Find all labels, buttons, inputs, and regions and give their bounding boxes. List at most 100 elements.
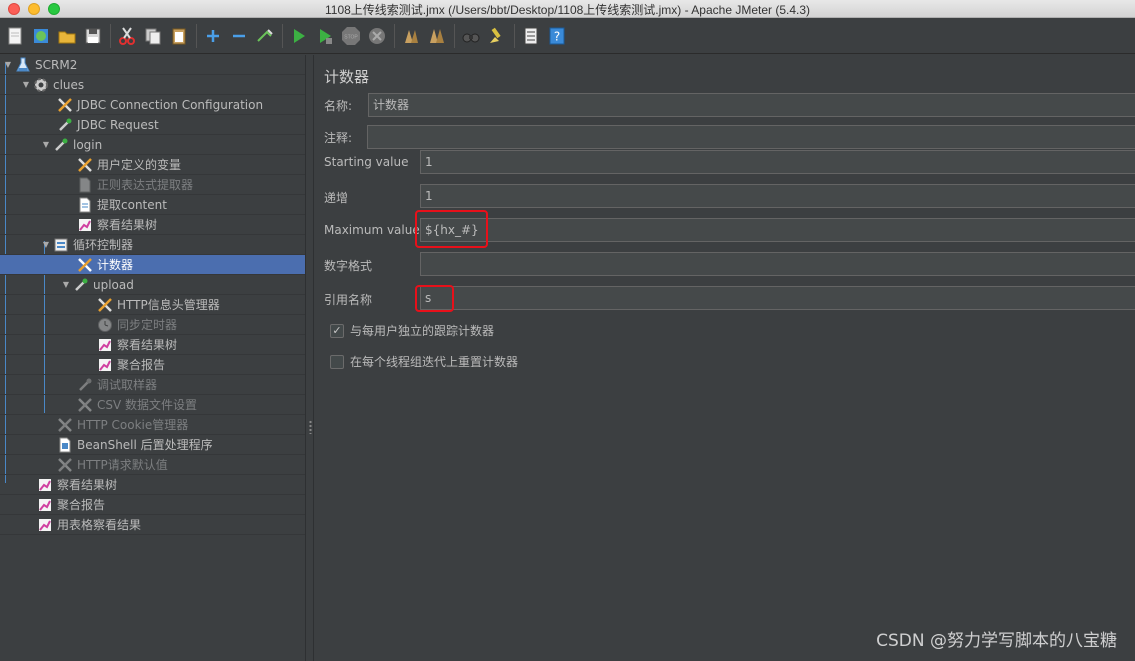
function-helper-icon[interactable]: [520, 24, 542, 48]
tree-item-sync-timer[interactable]: 同步定时器: [0, 315, 305, 335]
tree-item-clues[interactable]: ▼ clues: [0, 75, 305, 95]
tree-item-counter[interactable]: 计数器: [0, 255, 305, 275]
reference-name-field[interactable]: s: [420, 286, 1135, 310]
increment-label: 递增: [324, 191, 349, 205]
tree-item-scrm2[interactable]: ▼ SCRM2: [0, 55, 305, 75]
tree-item-view-results-tree-2[interactable]: 察看结果树: [0, 335, 305, 355]
starting-value-label: Starting value: [324, 155, 409, 169]
stop-icon[interactable]: STOP: [340, 24, 362, 48]
search-icon[interactable]: [460, 24, 482, 48]
controller-icon: [52, 236, 70, 254]
cut-icon[interactable]: [116, 24, 138, 48]
config-icon: [56, 96, 74, 114]
listener-icon: [96, 356, 114, 374]
tree-item-login[interactable]: ▼ login: [0, 135, 305, 155]
tree-item-http-cookie-manager[interactable]: HTTP Cookie管理器: [0, 415, 305, 435]
config-icon: [56, 416, 74, 434]
expand-arrow-icon[interactable]: ▼: [2, 60, 14, 69]
number-format-field[interactable]: [420, 252, 1135, 276]
expand-arrow-icon[interactable]: ▼: [60, 280, 72, 289]
toolbar-separator: [514, 23, 515, 48]
reset-on-iteration-checkbox[interactable]: 在每个线程组迭代上重置计数器: [330, 353, 518, 370]
config-icon: [76, 156, 94, 174]
svg-text:STOP: STOP: [344, 34, 358, 40]
copy-icon[interactable]: [142, 24, 164, 48]
tree-item-beanshell-postprocessor[interactable]: BeanShell 后置处理程序: [0, 435, 305, 455]
drag-grip-icon[interactable]: [309, 420, 312, 434]
tree-item-view-results-tree[interactable]: 察看结果树: [0, 215, 305, 235]
number-format-label: 数字格式: [324, 259, 373, 273]
expand-arrow-icon[interactable]: ▼: [40, 240, 52, 249]
expand-icon[interactable]: [202, 24, 224, 48]
svg-text:?: ?: [554, 29, 560, 43]
toolbar-separator: [454, 23, 455, 48]
tree-item-loop-controller[interactable]: ▼ 循环控制器: [0, 235, 305, 255]
tree-item-extract-content[interactable]: 提取content: [0, 195, 305, 215]
tree-item-regex-extractor[interactable]: 正则表达式提取器: [0, 175, 305, 195]
tree-item-debug-sampler[interactable]: 调试取样器: [0, 375, 305, 395]
toolbar-separator: [110, 23, 111, 48]
start-icon[interactable]: [288, 24, 310, 48]
config-icon: [76, 256, 94, 274]
new-icon[interactable]: [4, 24, 26, 48]
test-plan-tree: ▼ SCRM2 ▼ clues JDBC Connection Configur…: [0, 55, 305, 661]
clear-all-icon[interactable]: [426, 24, 448, 48]
timer-icon: [96, 316, 114, 334]
name-field[interactable]: 计数器: [368, 93, 1135, 117]
tree-item-aggregate-report-2[interactable]: 聚合报告: [0, 495, 305, 515]
listener-icon: [36, 496, 54, 514]
clear-icon[interactable]: [400, 24, 422, 48]
open-icon[interactable]: [56, 24, 78, 48]
extractor-icon: [76, 176, 94, 194]
reset-search-icon[interactable]: [486, 24, 508, 48]
maximum-value-label: Maximum value: [324, 223, 420, 237]
panel-title: 计数器: [324, 68, 370, 86]
start-no-pause-icon[interactable]: [314, 24, 336, 48]
extractor-icon: [76, 196, 94, 214]
tree-item-aggregate-report[interactable]: 聚合报告: [0, 355, 305, 375]
toolbar-separator: [282, 23, 283, 48]
highlight-box: [415, 210, 488, 248]
checkbox-empty-icon[interactable]: [330, 354, 344, 369]
toolbar-separator: [394, 23, 395, 48]
maximum-value-field[interactable]: ${hx_#}: [420, 218, 1135, 242]
sampler-icon: [76, 376, 94, 394]
sampler-icon: [52, 136, 70, 154]
highlight-box: [415, 285, 454, 312]
config-icon: [56, 456, 74, 474]
paste-icon[interactable]: [168, 24, 190, 48]
save-icon[interactable]: [82, 24, 104, 48]
listener-icon: [36, 516, 54, 534]
title-bar: 1108上传线索测试.jmx (/Users/bbt/Desktop/1108上…: [0, 0, 1135, 18]
expand-arrow-icon[interactable]: ▼: [20, 80, 32, 89]
tree-item-view-results-table[interactable]: 用表格察看结果: [0, 515, 305, 535]
comment-label: 注释:: [324, 131, 353, 145]
sampler-icon: [56, 116, 74, 134]
tree-item-view-results-tree-3[interactable]: 察看结果树: [0, 475, 305, 495]
starting-value-field[interactable]: 1: [420, 150, 1135, 174]
expand-arrow-icon[interactable]: ▼: [40, 140, 52, 149]
tree-item-jdbc-connection[interactable]: JDBC Connection Configuration: [0, 95, 305, 115]
checkmark-icon[interactable]: ✓: [330, 323, 344, 338]
increment-field[interactable]: 1: [420, 184, 1135, 208]
listener-icon: [36, 476, 54, 494]
tree-item-http-header-manager[interactable]: HTTP信息头管理器: [0, 295, 305, 315]
sampler-icon: [72, 276, 90, 294]
tree-item-http-defaults[interactable]: HTTP请求默认值: [0, 455, 305, 475]
tree-item-csv-data-set[interactable]: CSV 数据文件设置: [0, 395, 305, 415]
comment-field[interactable]: [367, 125, 1135, 149]
config-icon: [76, 396, 94, 414]
help-icon[interactable]: ?: [546, 24, 568, 48]
name-label: 名称:: [324, 99, 353, 113]
split-pane-divider[interactable]: [305, 55, 314, 661]
toggle-icon[interactable]: [254, 24, 276, 48]
tree-item-upload[interactable]: ▼ upload: [0, 275, 305, 295]
per-user-counter-checkbox[interactable]: ✓ 与每用户独立的跟踪计数器: [330, 322, 494, 339]
reference-name-label: 引用名称: [324, 293, 373, 307]
shutdown-icon[interactable]: [366, 24, 388, 48]
tree-item-user-variables[interactable]: 用户定义的变量: [0, 155, 305, 175]
tree-item-jdbc-request[interactable]: JDBC Request: [0, 115, 305, 135]
config-icon: [96, 296, 114, 314]
templates-icon[interactable]: [30, 24, 52, 48]
collapse-icon[interactable]: [228, 24, 250, 48]
